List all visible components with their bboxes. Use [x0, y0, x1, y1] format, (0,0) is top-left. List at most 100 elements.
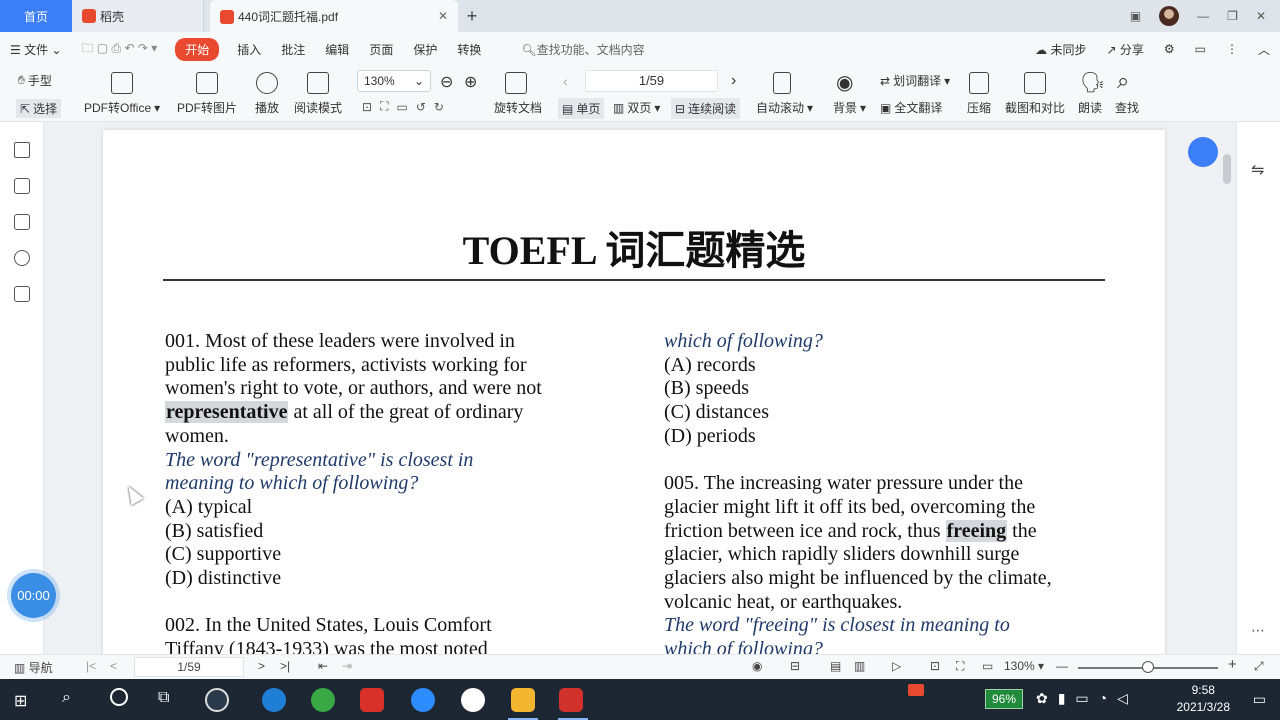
tab-home[interactable]: 首页	[0, 0, 72, 32]
zoom-in-status-icon[interactable]: +	[1228, 656, 1237, 673]
fit-page-status-icon[interactable]: ⛶	[956, 659, 964, 674]
cortana-icon[interactable]	[110, 688, 128, 706]
tab-annotate[interactable]: 批注	[271, 41, 315, 58]
collapse-icon[interactable]: ︿	[1248, 41, 1280, 58]
eye-status-icon[interactable]: ◉	[752, 659, 762, 673]
zoom-out-icon[interactable]: ⊖	[440, 72, 453, 92]
notification-icon[interactable]: ▭	[1253, 691, 1266, 708]
zoom-select[interactable]: 130% ⌄	[357, 70, 431, 92]
first-page-icon[interactable]: |<	[86, 659, 96, 673]
tab-start[interactable]: 开始	[175, 37, 220, 61]
new-tab-button[interactable]: +	[458, 0, 486, 32]
zoom-slider-knob[interactable]	[1142, 661, 1154, 673]
continuous-status-icon[interactable]: ⊟	[790, 659, 800, 673]
bookmark-icon[interactable]	[14, 142, 30, 158]
select-tool[interactable]: ⇱ 选择	[16, 99, 62, 118]
read-aloud-button[interactable]: 朗读	[1078, 99, 1102, 116]
zoom-app-icon[interactable]	[411, 688, 435, 712]
full-translate-button[interactable]: ▣ 全文翻译	[880, 99, 942, 116]
share-button[interactable]: ↗ 分享	[1096, 41, 1153, 58]
comment-icon[interactable]: ▭	[1185, 42, 1216, 56]
forward-icon[interactable]: ⇥	[342, 659, 352, 673]
windows-start-icon[interactable]: ⊞	[14, 691, 27, 711]
more-icon[interactable]: ⋮	[1216, 42, 1248, 56]
sync-status[interactable]: ☁ 未同步	[1025, 41, 1096, 58]
layout-icon[interactable]: ▣	[1130, 9, 1141, 23]
avatar[interactable]	[1159, 6, 1180, 26]
fit-width-status-icon[interactable]: ▭	[982, 659, 993, 673]
rotate-doc-button[interactable]: 旋转文档	[494, 99, 542, 116]
double-status-icon[interactable]: ▥	[854, 659, 865, 673]
page-number-input[interactable]: 1/59	[585, 70, 718, 92]
last-page-icon[interactable]: >|	[280, 659, 290, 673]
settings-icon[interactable]: ⚙	[1154, 42, 1185, 56]
hand-tool[interactable]: ✋︎ 手型	[18, 72, 52, 89]
single-status-icon[interactable]: ▤	[830, 659, 841, 673]
comment-panel-icon[interactable]	[14, 214, 30, 230]
close-button[interactable]: ✕	[1256, 9, 1266, 23]
task-view-icon[interactable]: ⧉	[158, 689, 169, 707]
minimize-button[interactable]: —	[1197, 9, 1209, 23]
fullscreen-icon[interactable]: ⤢	[1254, 659, 1264, 674]
next-page-icon[interactable]: ›	[731, 72, 736, 90]
search-box[interactable]: 🔍︎查找功能、文档内容	[511, 41, 654, 58]
wps-icon[interactable]	[559, 688, 583, 712]
single-page-button[interactable]: ▤ 单页	[558, 98, 605, 119]
restore-button[interactable]: ❐	[1227, 9, 1238, 23]
highlighted-word[interactable]: freeing	[945, 519, 1008, 542]
tab-edit[interactable]: 编辑	[315, 41, 359, 58]
actual-size-status-icon[interactable]: ⊡	[930, 659, 940, 673]
zoom-in-icon[interactable]: ⊕	[464, 72, 477, 92]
file-explorer-icon[interactable]	[511, 688, 535, 712]
ime-icon[interactable]	[908, 684, 924, 696]
attachment-icon[interactable]	[14, 250, 30, 266]
back-icon[interactable]: ⇤	[318, 659, 328, 673]
background-button[interactable]: 背景 ▾	[833, 99, 866, 116]
tab-daoke[interactable]: 稻壳	[72, 0, 204, 32]
system-tray-icons[interactable]: ✿▮▭◔◁	[1036, 690, 1138, 707]
navigation-button[interactable]: ▥ 导航	[14, 659, 53, 676]
status-page-input[interactable]: 1/59	[134, 657, 244, 677]
recording-timer[interactable]: 00:00	[11, 573, 56, 618]
clock[interactable]: 9:58 2021/3/28	[1177, 682, 1230, 716]
word-translate-button[interactable]: ⇄ 划词翻译 ▾	[880, 72, 950, 89]
float-tool-button[interactable]	[1188, 137, 1218, 167]
double-page-button[interactable]: ▥ 双页 ▾	[613, 99, 660, 116]
more-options-icon[interactable]: ⋯	[1251, 622, 1265, 639]
taskbar-search-icon[interactable]: ⌕	[62, 689, 71, 707]
highlighted-word[interactable]: representative	[165, 401, 289, 424]
browser-icon[interactable]	[311, 688, 335, 712]
close-tab-icon[interactable]: ✕	[438, 9, 448, 23]
daoke-app-icon[interactable]	[360, 688, 384, 712]
document-viewer[interactable]: TOEFL 词汇题精选 001. Most of these leaders w…	[44, 122, 1236, 654]
prev-page-status-icon[interactable]: <	[110, 659, 117, 673]
continuous-read-button[interactable]: ⊟ 连续阅读	[671, 98, 741, 119]
battery-indicator[interactable]: 96%	[985, 689, 1023, 709]
file-menu[interactable]: ☰ 文件 ⌄	[0, 41, 72, 58]
quick-access-icons[interactable]: 🗀 ▢ ⎙ ↶ ↷ ▾	[72, 39, 168, 60]
screenshot-compare-button[interactable]: 截图和对比	[1005, 99, 1065, 116]
tab-convert[interactable]: 转换	[447, 41, 491, 58]
tab-document[interactable]: 440词汇题托福.pdf ✕	[210, 0, 458, 32]
auto-scroll-button[interactable]: 自动滚动 ▾	[756, 99, 813, 116]
scrollbar-thumb[interactable]	[1223, 154, 1231, 184]
next-page-status-icon[interactable]: >	[258, 659, 265, 673]
translate-panel-icon[interactable]: ⇋	[1251, 160, 1264, 180]
fit-tools[interactable]: ⊡ ⛶ ▭ ↺ ↻	[362, 99, 444, 114]
app-icon-1[interactable]	[205, 688, 229, 712]
zoom-out-status-icon[interactable]: —	[1056, 659, 1068, 673]
app-icon-2[interactable]	[461, 688, 485, 712]
signature-icon[interactable]	[14, 286, 30, 302]
edge-icon[interactable]	[262, 688, 286, 712]
thumbnail-icon[interactable]	[14, 178, 30, 194]
prev-page-icon[interactable]: ‹	[563, 73, 568, 89]
pdf-to-office-button[interactable]: PDF转Office ▾	[84, 99, 160, 116]
find-button[interactable]: 查找	[1115, 99, 1139, 116]
compress-button[interactable]: 压缩	[967, 99, 991, 116]
play-button[interactable]: 播放	[255, 99, 279, 116]
play-status-icon[interactable]: ▷	[892, 659, 901, 673]
status-zoom[interactable]: 130% ▾	[1004, 659, 1044, 673]
tab-insert[interactable]: 插入	[227, 41, 271, 58]
tab-protect[interactable]: 保护	[403, 41, 447, 58]
pdf-to-image-button[interactable]: PDF转图片	[177, 99, 237, 116]
